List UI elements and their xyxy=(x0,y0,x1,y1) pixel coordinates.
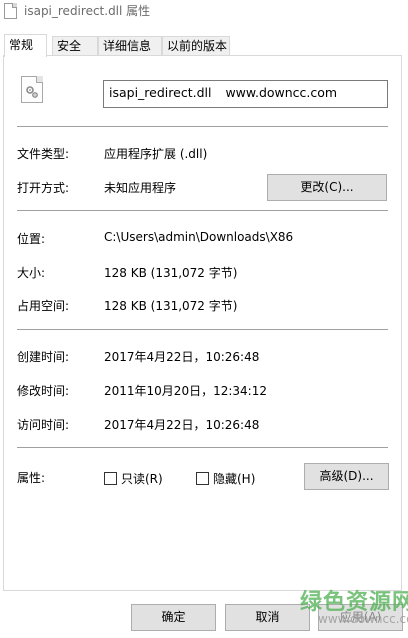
watermark-url: www.downcc.com xyxy=(318,612,408,626)
gear-icon xyxy=(26,86,38,98)
checkbox-box[interactable] xyxy=(104,472,117,485)
filename-extra-text: www.downcc.com xyxy=(225,85,338,100)
created-value: 2017年4月22日，10:26:48 xyxy=(104,350,260,364)
size-label: 大小: xyxy=(17,266,46,280)
window-title: isapi_redirect.dll 属性 xyxy=(24,4,151,18)
advanced-button[interactable]: 高级(D)... xyxy=(304,463,389,490)
created-label: 创建时间: xyxy=(17,350,70,364)
location-value: C:\Users\admin\Downloads\X86 xyxy=(104,230,294,244)
separator xyxy=(17,126,388,127)
separator xyxy=(17,329,388,330)
opens-with-value: 未知应用程序 xyxy=(104,181,177,195)
checkbox-box[interactable] xyxy=(196,472,209,485)
readonly-checkbox[interactable]: 只读(R) xyxy=(104,470,163,487)
cancel-button[interactable]: 取消 xyxy=(225,604,310,631)
location-label: 位置: xyxy=(17,232,46,246)
hidden-checkbox[interactable]: 隐藏(H) xyxy=(196,470,255,487)
filename-text: isapi_redirect.dll xyxy=(109,85,212,100)
separator xyxy=(17,210,388,211)
filename-field[interactable]: isapi_redirect.dll www.downcc.com xyxy=(103,80,388,108)
ok-button[interactable]: 确定 xyxy=(131,604,216,631)
hidden-label: 隐藏(H) xyxy=(213,472,256,486)
opens-with-label: 打开方式: xyxy=(17,181,70,195)
file-type-value: 应用程序扩展 (.dll) xyxy=(104,147,208,161)
size-on-disk-value: 128 KB (131,072 字节) xyxy=(104,299,238,313)
change-button[interactable]: 更改(C)... xyxy=(267,174,387,201)
accessed-label: 访问时间: xyxy=(17,418,70,432)
dll-file-gear-icon xyxy=(21,76,43,103)
modified-label: 修改时间: xyxy=(17,384,70,398)
tab-general[interactable]: 常规 xyxy=(4,34,47,57)
attributes-label: 属性: xyxy=(17,471,46,485)
separator xyxy=(17,447,388,448)
file-icon xyxy=(4,3,17,19)
tab-details[interactable]: 详细信息 xyxy=(98,36,162,55)
general-panel xyxy=(3,55,402,591)
readonly-label: 只读(R) xyxy=(121,472,163,486)
size-on-disk-label: 占用空间: xyxy=(17,299,70,313)
tab-security[interactable]: 安全 xyxy=(52,36,98,55)
modified-value: 2011年10月20日，12:34:12 xyxy=(104,384,267,398)
file-type-label: 文件类型: xyxy=(17,147,70,161)
accessed-value: 2017年4月22日，10:26:48 xyxy=(104,418,260,432)
tab-previous-versions[interactable]: 以前的版本 xyxy=(162,36,230,55)
title-bar: isapi_redirect.dll 属性 xyxy=(0,0,408,26)
size-value: 128 KB (131,072 字节) xyxy=(104,266,238,280)
